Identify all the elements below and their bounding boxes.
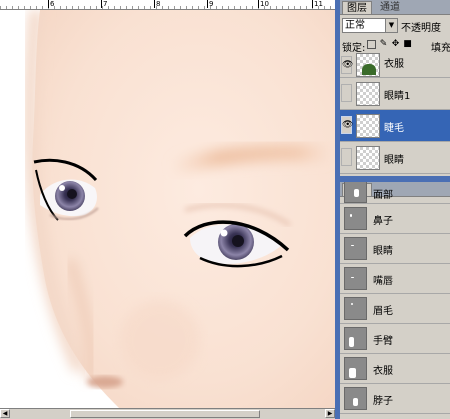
layer-name: 衣服	[384, 59, 404, 70]
opacity-label: 不透明度	[401, 23, 441, 34]
layer-name: 眼睛	[384, 155, 404, 166]
paths-list: 面部 鼻子 眼睛 嘴唇 眉毛 手臂 衣服 脖子	[340, 182, 450, 414]
layer-row-eyelashes[interactable]: 👁 睫毛	[340, 110, 450, 142]
ruler-tick-label: 7	[101, 0, 108, 8]
path-thumbnail	[344, 297, 367, 320]
visibility-toggle[interactable]	[341, 84, 352, 102]
layer-thumbnail	[356, 114, 380, 138]
blend-mode-row: 正常 ▼ 不透明度	[340, 15, 450, 37]
horizontal-scrollbar[interactable]: ◀ ▶	[0, 408, 335, 419]
path-row-neck[interactable]: 脖子	[340, 384, 450, 414]
face-painting	[23, 10, 335, 409]
visibility-toggle[interactable]	[341, 148, 352, 166]
layer-thumbnail	[356, 82, 380, 106]
layer-thumbnail	[356, 146, 380, 170]
layer-row-eye[interactable]: 眼睛	[340, 142, 450, 174]
tab-layers[interactable]: 图层	[342, 1, 372, 14]
path-name: 衣服	[373, 366, 393, 377]
path-name: 面部	[373, 190, 393, 201]
blend-mode-value: 正常	[345, 20, 365, 31]
path-row-face[interactable]: 面部	[340, 182, 450, 204]
ruler-tick-label: 10	[258, 0, 269, 8]
path-row-lips[interactable]: 嘴唇	[340, 264, 450, 294]
ruler-tick-label: 9	[207, 0, 214, 8]
lock-label: 锁定:	[342, 43, 366, 54]
path-thumbnail	[344, 237, 367, 260]
eye-visibility-icon[interactable]: 👁	[341, 56, 353, 74]
layers-panel: 图层 通道 正常 ▼ 不透明度 锁定: ✎ ✥ ■ 填充 👁 衣服 眼睛1 👁 …	[340, 0, 450, 176]
path-thumbnail	[344, 207, 367, 230]
blend-mode-select[interactable]: 正常 ▼	[342, 18, 398, 33]
layer-thumbnail	[356, 53, 380, 77]
eye-visibility-icon[interactable]: 👁	[341, 116, 353, 134]
path-thumbnail	[344, 182, 367, 203]
ruler-tick-label: 8	[154, 0, 161, 8]
path-thumbnail	[344, 357, 367, 380]
path-row-clothes[interactable]: 衣服	[340, 354, 450, 384]
path-name: 脖子	[373, 396, 393, 407]
path-thumbnail	[344, 387, 367, 410]
path-name: 鼻子	[373, 216, 393, 227]
layers-tab-bar: 图层 通道	[340, 0, 450, 15]
document-canvas[interactable]: 6 7 8 9 10 11 ◀ ▶	[0, 0, 335, 419]
path-name: 嘴唇	[373, 276, 393, 287]
paths-panel: 路径 面部 鼻子 眼睛 嘴唇	[340, 182, 450, 419]
tab-channels[interactable]: 通道	[376, 1, 404, 14]
scroll-left-icon[interactable]: ◀	[0, 409, 10, 418]
path-name: 手臂	[373, 336, 393, 347]
top-ruler: 6 7 8 9 10 11	[0, 0, 335, 10]
lock-move-icon[interactable]: ✥	[391, 40, 400, 49]
fill-label: 填充	[431, 43, 450, 54]
path-row-nose[interactable]: 鼻子	[340, 204, 450, 234]
path-name: 眼睛	[373, 246, 393, 257]
lock-transparency-icon[interactable]	[367, 40, 376, 49]
path-name: 眉毛	[373, 306, 393, 317]
chevron-down-icon[interactable]: ▼	[385, 19, 397, 32]
path-row-eyebrows[interactable]: 眉毛	[340, 294, 450, 324]
ruler-tick-label: 11	[312, 0, 323, 8]
path-thumbnail	[344, 267, 367, 290]
path-row-eyes[interactable]: 眼睛	[340, 234, 450, 264]
lock-all-icon[interactable]: ■	[403, 40, 412, 49]
scrollbar-thumb[interactable]	[70, 410, 260, 418]
scroll-right-icon[interactable]: ▶	[325, 409, 335, 418]
path-row-arm[interactable]: 手臂	[340, 324, 450, 354]
ruler-tick-label: 6	[48, 0, 55, 8]
layer-name: 睫毛	[384, 123, 404, 134]
layer-name: 眼睛1	[384, 91, 411, 102]
layer-row-clothes[interactable]: 👁 衣服	[340, 53, 450, 78]
path-thumbnail	[344, 327, 367, 350]
lock-brush-icon[interactable]: ✎	[379, 40, 388, 49]
lock-row: 锁定: ✎ ✥ ■ 填充	[340, 37, 450, 55]
layer-row-eye1[interactable]: 眼睛1	[340, 78, 450, 110]
